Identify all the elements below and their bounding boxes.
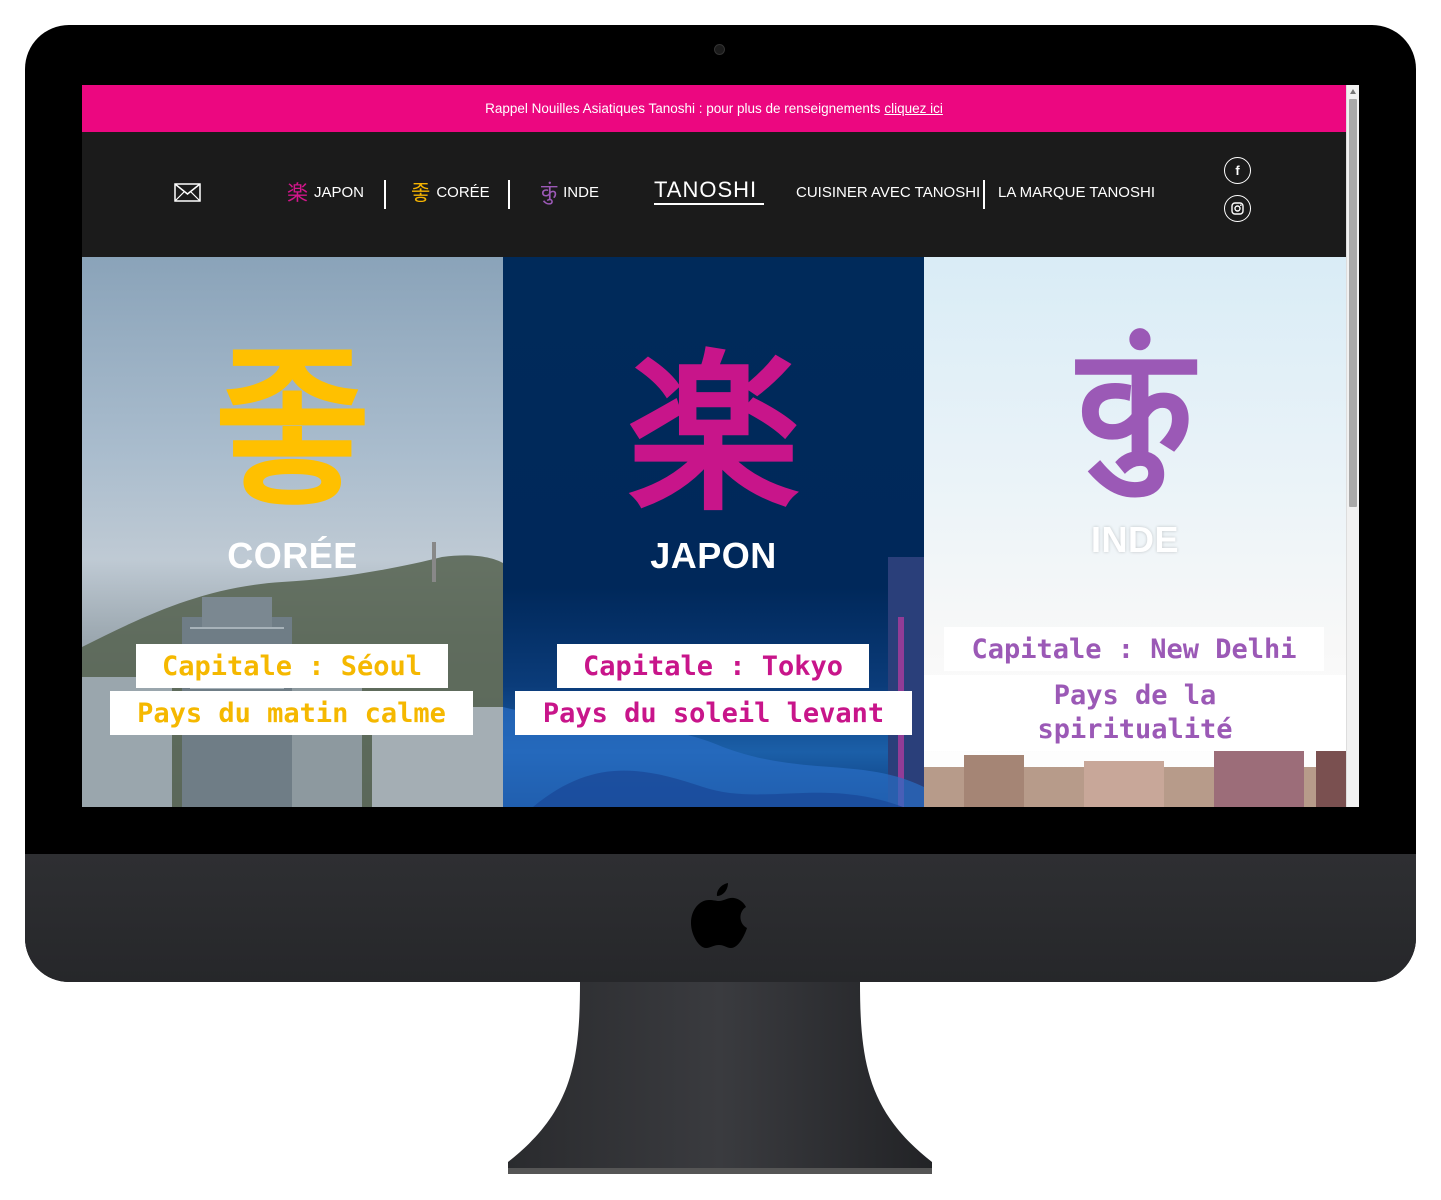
nav-item-inde[interactable]: कुं INDE <box>541 177 599 207</box>
nav-item-label: LA MARQUE TANOSHI <box>998 183 1155 201</box>
korea-glyph-icon: 좋 <box>411 181 431 205</box>
india-glyph-icon: कुं <box>541 180 558 204</box>
announcement-link[interactable]: cliquez ici <box>884 101 943 116</box>
nav-item-japon[interactable]: 楽 JAPON <box>287 177 364 207</box>
camera-icon <box>714 44 725 55</box>
nav-item-label: CORÉE <box>436 183 490 201</box>
capital-label: Capitale : Séoul <box>136 644 448 688</box>
logo-underline <box>654 203 764 205</box>
nav-item-label: INDE <box>563 183 599 201</box>
instagram-glyph-icon <box>1231 202 1244 215</box>
scrollbar[interactable] <box>1346 85 1359 807</box>
scroll-up-icon[interactable] <box>1350 89 1356 94</box>
main-navbar: 楽 JAPON 좋 CORÉE कुं INDE TANOSHI CUISINE… <box>82 132 1346 257</box>
tagline-label: Pays du soleil levant <box>515 691 912 735</box>
country-title: INDE <box>1090 519 1179 560</box>
nav-item-cuisiner[interactable]: CUISINER AVEC TANOSHI <box>796 177 980 207</box>
scrollbar-thumb[interactable] <box>1349 99 1357 507</box>
nav-separator <box>384 180 386 209</box>
panel-coree[interactable]: 좋 CORÉE Capitale : Séoul Pays du matin c… <box>82 257 503 807</box>
nav-separator <box>508 180 510 209</box>
japan-glyph: 楽 <box>627 334 800 535</box>
tanoshi-logo[interactable]: TANOSHI <box>654 177 757 203</box>
nav-separator <box>983 180 985 209</box>
country-title: CORÉE <box>227 535 358 576</box>
nav-item-coree[interactable]: 좋 CORÉE <box>411 177 490 207</box>
envelope-icon[interactable] <box>174 183 201 203</box>
imac-chin <box>25 854 1416 982</box>
country-title: JAPON <box>650 535 777 576</box>
tagline-label: Pays du matin calme <box>110 691 473 735</box>
nav-item-label: CUISINER AVEC TANOSHI <box>796 183 981 201</box>
capital-label: Capitale : New Delhi <box>944 627 1324 671</box>
korea-glyph: 좋 <box>214 331 371 529</box>
announcement-text: Rappel Nouilles Asiatiques Tanoshi : pou… <box>485 101 881 116</box>
apple-logo-icon <box>691 883 747 948</box>
nav-item-marque[interactable]: LA MARQUE TANOSHI <box>998 177 1155 207</box>
india-city-image <box>924 747 1346 807</box>
india-glyph: कुं <box>1077 317 1193 491</box>
imac-stand <box>508 982 932 1174</box>
instagram-icon[interactable] <box>1224 195 1251 222</box>
announcement-bar: Rappel Nouilles Asiatiques Tanoshi : pou… <box>82 85 1346 132</box>
japan-glyph-icon: 楽 <box>287 181 308 205</box>
capital-label: Capitale : Tokyo <box>557 644 869 688</box>
tagline-label: Pays de la spiritualité <box>924 675 1346 751</box>
nav-item-label: JAPON <box>314 183 365 201</box>
panel-inde[interactable]: कुं INDE Capitale : New Delhi Pays de la… <box>924 257 1346 807</box>
browser-viewport: Rappel Nouilles Asiatiques Tanoshi : pou… <box>82 85 1359 807</box>
facebook-icon[interactable]: f <box>1224 157 1251 184</box>
panel-japon[interactable]: 楽 JAPON Capitale : Tokyo Pays du soleil … <box>503 257 924 807</box>
